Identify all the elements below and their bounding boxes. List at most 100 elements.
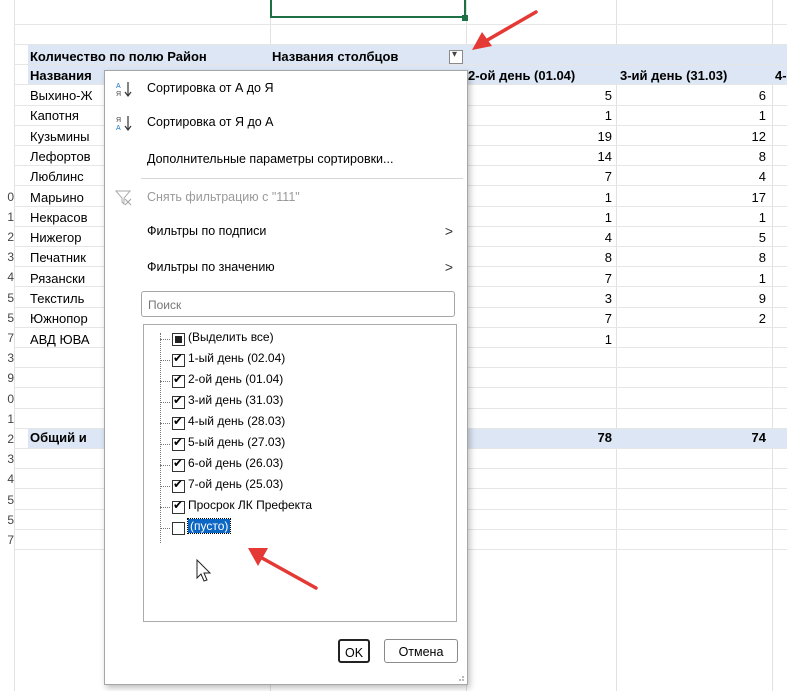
row-number[interactable]: 5 — [0, 291, 14, 305]
search-input[interactable]: Поиск — [141, 291, 455, 317]
checkbox-checked-icon[interactable]: ✔ — [172, 456, 185, 472]
row-label-cell[interactable]: АВД ЮВА — [30, 332, 90, 347]
value-cell[interactable]: 2 — [616, 311, 766, 326]
value-filters-item[interactable]: Фильтры по значению > — [105, 253, 467, 283]
value-cell[interactable]: 14 — [466, 149, 612, 164]
checkbox-checked-icon[interactable]: ✔ — [172, 477, 185, 493]
checkmark-icon: ✔ — [173, 456, 184, 470]
row-label-cell[interactable]: Выхино-Ж — [30, 88, 93, 103]
column-filter-button[interactable]: ▾ — [449, 49, 463, 64]
filter-item-label: 4-ый день (28.03) — [188, 414, 286, 428]
checkbox-checked-icon[interactable]: ✔ — [172, 372, 185, 388]
checkbox-checked-icon[interactable]: ✔ — [172, 414, 185, 430]
row-label-cell[interactable]: Кузьмины — [30, 129, 90, 144]
row-number[interactable]: 9 — [0, 371, 14, 385]
value-cell[interactable]: 9 — [616, 291, 766, 306]
label-filters-item[interactable]: Фильтры по подписи > — [105, 217, 467, 247]
filter-item-label: Просрок ЛК Префекта — [188, 498, 313, 512]
row-number[interactable]: 2 — [0, 432, 14, 446]
row-number[interactable]: 3 — [0, 250, 14, 264]
value-cell[interactable]: 1 — [466, 332, 612, 347]
value-cell[interactable]: 1 — [466, 190, 612, 205]
row-number[interactable]: 0 — [0, 392, 14, 406]
checkmark-icon: ✔ — [173, 435, 184, 449]
value-cell[interactable]: 1 — [466, 210, 612, 225]
cancel-button[interactable]: Отмена — [384, 639, 458, 663]
value-cell[interactable]: 8 — [616, 149, 766, 164]
row-label-cell[interactable]: Текстиль — [30, 291, 84, 306]
value-cell[interactable]: 19 — [466, 129, 612, 144]
value-cell[interactable]: 12 — [616, 129, 766, 144]
row-number[interactable]: 3 — [0, 351, 14, 365]
tree-connector — [160, 444, 170, 445]
row-labels-header: Названия — [30, 68, 92, 83]
tree-connector — [160, 360, 170, 361]
checkmark-icon: ✔ — [173, 477, 184, 491]
row-number[interactable]: 1 — [0, 210, 14, 224]
row-label-cell[interactable]: Печатник — [30, 250, 86, 265]
ok-button[interactable]: OK — [338, 639, 370, 663]
row-number[interactable]: 5 — [0, 311, 14, 325]
row-gridline — [14, 64, 787, 66]
value-cell[interactable]: 7 — [466, 271, 612, 286]
total-day2: 78 — [597, 430, 612, 445]
more-sort-options-item[interactable]: Дополнительные параметры сортировки... — [105, 145, 467, 175]
checkbox-checked-icon[interactable]: ✔ — [172, 435, 185, 451]
resize-grip-icon[interactable] — [457, 674, 465, 682]
checkbox-empty-icon[interactable] — [172, 522, 185, 535]
tree-connector — [160, 507, 170, 508]
value-cell[interactable]: 7 — [466, 169, 612, 184]
row-label-cell[interactable]: Некрасов — [30, 210, 88, 225]
annotation-arrow-bottom — [248, 548, 318, 590]
row-number[interactable]: 3 — [0, 452, 14, 466]
row-number[interactable]: 1 — [0, 412, 14, 426]
value-cell[interactable]: 4 — [616, 169, 766, 184]
value-cell[interactable]: 8 — [466, 250, 612, 265]
row-number[interactable]: 5 — [0, 493, 14, 507]
row-label-cell[interactable]: Рязански — [30, 271, 85, 286]
row-gridline — [14, 23, 787, 25]
checkbox-checked-icon[interactable]: ✔ — [172, 393, 185, 409]
value-cell[interactable]: 1 — [616, 210, 766, 225]
value-cell[interactable]: 6 — [616, 88, 766, 103]
sort-descending-label: Сортировка от Я до А — [147, 115, 274, 129]
checkmark-icon: ✔ — [173, 372, 184, 386]
value-cell[interactable]: 1 — [616, 108, 766, 123]
tree-connector — [160, 402, 170, 403]
filter-item-label: 2-ой день (01.04) — [188, 372, 284, 386]
svg-text:Я: Я — [116, 117, 121, 124]
checkbox-checked-icon[interactable]: ✔ — [172, 351, 185, 367]
value-cell[interactable]: 5 — [616, 230, 766, 245]
value-cell[interactable]: 3 — [466, 291, 612, 306]
row-number[interactable]: 7 — [0, 331, 14, 345]
row-label-cell[interactable]: Капотня — [30, 108, 79, 123]
tree-connector — [160, 333, 162, 543]
sort-ascending-item[interactable]: А Я Сортировка от А до Я — [105, 74, 467, 104]
sort-descending-item[interactable]: Я А Сортировка от Я до А — [105, 108, 467, 138]
row-number[interactable]: 2 — [0, 230, 14, 244]
row-gridline — [14, 44, 787, 45]
row-label-cell[interactable]: Марьино — [30, 190, 84, 205]
checkbox-mixed-icon[interactable] — [172, 333, 185, 346]
row-number[interactable]: 4 — [0, 472, 14, 486]
checkbox-checked-icon[interactable]: ✔ — [172, 498, 185, 514]
checkmark-icon: ✔ — [173, 498, 184, 512]
value-cell[interactable]: 7 — [466, 311, 612, 326]
row-number[interactable]: 7 — [0, 533, 14, 547]
value-cell[interactable]: 1 — [466, 108, 612, 123]
row-label-cell[interactable]: Лефортов — [30, 149, 91, 164]
fill-handle[interactable] — [462, 15, 468, 21]
row-number[interactable]: 5 — [0, 513, 14, 527]
row-label-cell[interactable]: Люблинс — [30, 169, 84, 184]
value-cell[interactable]: 5 — [466, 88, 612, 103]
value-cell[interactable]: 8 — [616, 250, 766, 265]
value-cell[interactable]: 17 — [616, 190, 766, 205]
row-number[interactable]: 0 — [0, 190, 14, 204]
more-sort-options-label: Дополнительные параметры сортировки... — [147, 152, 394, 166]
tree-connector — [160, 528, 170, 529]
row-label-cell[interactable]: Южнопор — [30, 311, 88, 326]
row-number[interactable]: 4 — [0, 270, 14, 284]
row-label-cell[interactable]: Нижегор — [30, 230, 82, 245]
value-cell[interactable]: 4 — [466, 230, 612, 245]
value-cell[interactable]: 1 — [616, 271, 766, 286]
